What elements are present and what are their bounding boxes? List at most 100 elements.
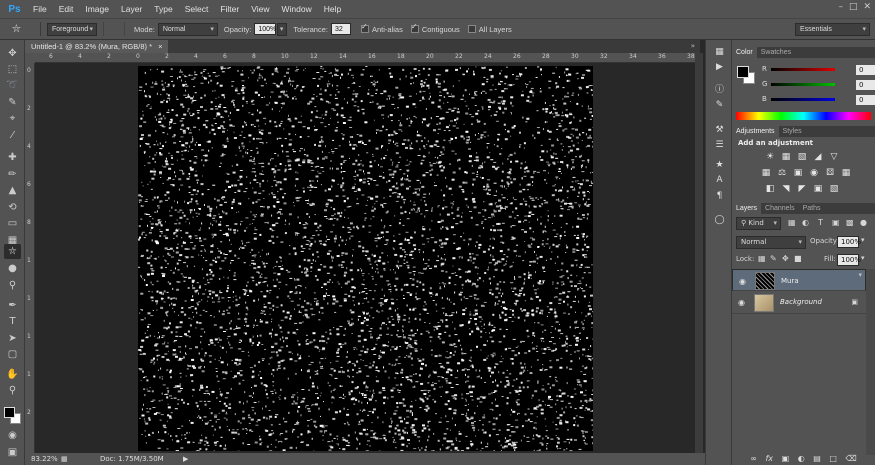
green-value[interactable]: 0 <box>856 80 875 90</box>
maximize-button[interactable]: □ <box>849 2 858 12</box>
tab-adjustments[interactable]: Adjustments <box>732 126 779 137</box>
delete-layer-icon[interactable]: ⌫ <box>845 453 856 465</box>
filter-shape-icon[interactable]: ▣ <box>832 218 840 227</box>
link-layers-icon[interactable]: ∞ <box>750 453 757 465</box>
crop-tool-icon[interactable]: ⌖ <box>4 111 21 126</box>
clone-stamp-tool-icon[interactable]: ▲ <box>4 183 21 198</box>
history-panel-icon[interactable]: ▦ <box>712 46 727 59</box>
blue-slider[interactable] <box>771 98 835 101</box>
lock-image-icon[interactable]: ✎ <box>770 254 777 263</box>
tab-styles[interactable]: Styles <box>779 126 806 137</box>
layer-name[interactable]: Mura <box>781 276 799 287</box>
hand-tool-icon[interactable]: ✋ <box>4 367 21 382</box>
red-slider[interactable] <box>771 68 835 71</box>
vibrance-icon[interactable]: ▽ <box>828 152 840 162</box>
pen-tool-icon[interactable]: ✒ <box>4 298 21 313</box>
layer-row-mura[interactable]: ◉ Mura <box>732 269 866 291</box>
menu-type[interactable]: Type <box>148 0 178 18</box>
black-white-icon[interactable]: ▣ <box>792 168 804 178</box>
eyedropper-tool-icon[interactable]: ⁄ <box>4 128 21 143</box>
filter-toggle-icon[interactable]: ● <box>860 218 867 227</box>
lasso-tool-icon[interactable]: ➰ <box>4 78 21 93</box>
vertical-scrollbar[interactable] <box>695 53 703 453</box>
red-value[interactable]: 0 <box>856 65 875 75</box>
marquee-tool-icon[interactable]: ⬚ <box>4 62 21 77</box>
new-layer-icon[interactable]: □ <box>829 453 837 465</box>
contiguous-checkbox[interactable] <box>410 22 419 33</box>
color-spectrum-ramp[interactable] <box>736 112 871 120</box>
properties-panel-icon[interactable]: ☰ <box>712 139 727 152</box>
brush-tool-icon[interactable]: ✏ <box>4 167 21 182</box>
opacity-dropdown[interactable] <box>277 22 288 36</box>
rectangle-tool-icon[interactable]: ▢ <box>4 347 21 362</box>
layer-row-background[interactable]: ◉ Background ▣ <box>732 292 866 314</box>
menu-layer[interactable]: Layer <box>115 0 148 18</box>
filter-smart-object-icon[interactable]: ▩ <box>846 218 854 227</box>
tab-color[interactable]: Color <box>732 47 757 58</box>
green-slider[interactable] <box>771 83 835 86</box>
exposure-icon[interactable]: ◢ <box>812 152 824 162</box>
screen-mode-icon[interactable]: ▣ <box>4 445 21 460</box>
threshold-icon[interactable]: ◤ <box>796 184 808 194</box>
paint-bucket-tool-preset-icon[interactable]: ⛦ <box>12 23 34 36</box>
dodge-tool-icon[interactable]: ⚲ <box>4 278 21 293</box>
status-export-icon[interactable]: ▦ <box>61 453 68 465</box>
tab-swatches[interactable]: Swatches <box>757 47 795 58</box>
pattern-picker[interactable] <box>103 22 125 36</box>
posterize-icon[interactable]: ◥ <box>780 184 792 194</box>
healing-brush-tool-icon[interactable]: ✚ <box>4 150 21 165</box>
menu-image[interactable]: Image <box>79 0 115 18</box>
history-brush-tool-icon[interactable]: ⟲ <box>4 200 21 215</box>
menu-select[interactable]: Select <box>179 0 215 18</box>
document-tab[interactable]: Untitled-1 @ 83.2% (Mura, RGB/8) * × <box>25 40 169 53</box>
move-tool-icon[interactable]: ✥ <box>4 46 21 61</box>
selective-color-icon[interactable]: ▣ <box>812 184 824 194</box>
curves-icon[interactable]: ▧ <box>796 152 808 162</box>
opacity-field[interactable]: 100% <box>254 23 277 35</box>
fill-dropdown-icon[interactable]: ▾ <box>861 254 865 262</box>
photo-filter-icon[interactable]: ◉ <box>808 168 820 178</box>
invert-icon[interactable]: ◧ <box>764 184 776 194</box>
menu-help[interactable]: Help <box>318 0 347 18</box>
tab-paths[interactable]: Paths <box>799 203 825 214</box>
panel-collapse-icon[interactable]: » <box>691 40 695 53</box>
hue-saturation-icon[interactable]: ▦ <box>760 168 772 178</box>
channel-mixer-icon[interactable]: ⚄ <box>824 168 836 178</box>
filter-type-icon[interactable]: T <box>818 218 823 227</box>
all-layers-checkbox[interactable] <box>467 25 476 33</box>
gradient-map-icon[interactable]: ▧ <box>828 184 840 194</box>
color-balance-icon[interactable]: ⚖ <box>776 168 788 178</box>
close-tab-icon[interactable]: × <box>158 42 162 51</box>
tolerance-field[interactable]: 32 <box>330 23 351 35</box>
layer-filter-select[interactable]: ⚲ Kind <box>736 217 781 230</box>
layer-name[interactable]: Background <box>780 298 822 306</box>
anti-alias-checkbox[interactable] <box>360 22 369 33</box>
lock-transparent-icon[interactable]: ▦ <box>758 254 766 263</box>
layers-scrollbar[interactable] <box>866 269 875 455</box>
blue-value[interactable]: 0 <box>856 95 875 105</box>
layer-opacity-dropdown-icon[interactable]: ▾ <box>861 236 865 244</box>
layer-opacity-field[interactable]: 100% <box>837 236 861 248</box>
eraser-tool-icon[interactable]: ▭ <box>4 216 21 231</box>
paragraph-panel-icon[interactable]: ¶ <box>712 190 727 203</box>
color-panel-foreground-swatch[interactable] <box>737 66 749 78</box>
close-button[interactable]: ✕ <box>863 2 871 12</box>
filter-pixel-icon[interactable]: ▦ <box>788 218 796 227</box>
menu-view[interactable]: View <box>245 0 275 18</box>
blur-tool-icon[interactable]: ● <box>4 261 21 276</box>
menu-filter[interactable]: Filter <box>214 0 245 18</box>
menu-window[interactable]: Window <box>275 0 317 18</box>
tab-layers[interactable]: Layers <box>732 203 762 214</box>
visibility-eye-icon[interactable]: ◉ <box>739 276 746 287</box>
layer-style-icon[interactable]: fx <box>765 453 773 465</box>
quick-selection-tool-icon[interactable]: ✎ <box>4 95 21 110</box>
workspace-select[interactable]: Essentials <box>795 22 870 36</box>
quick-mask-icon[interactable]: ◉ <box>4 428 21 443</box>
menu-edit[interactable]: Edit <box>53 0 80 18</box>
filter-adjustment-icon[interactable]: ◐ <box>802 218 809 227</box>
lock-all-icon[interactable]: ■ <box>794 254 802 263</box>
color-lookup-icon[interactable]: ▦ <box>840 168 852 178</box>
paint-bucket-tool-icon[interactable]: ⛦ <box>4 244 21 259</box>
kuler-panel-icon[interactable]: ◯ <box>712 214 727 227</box>
clone-source-panel-icon[interactable]: ★ <box>712 159 727 172</box>
